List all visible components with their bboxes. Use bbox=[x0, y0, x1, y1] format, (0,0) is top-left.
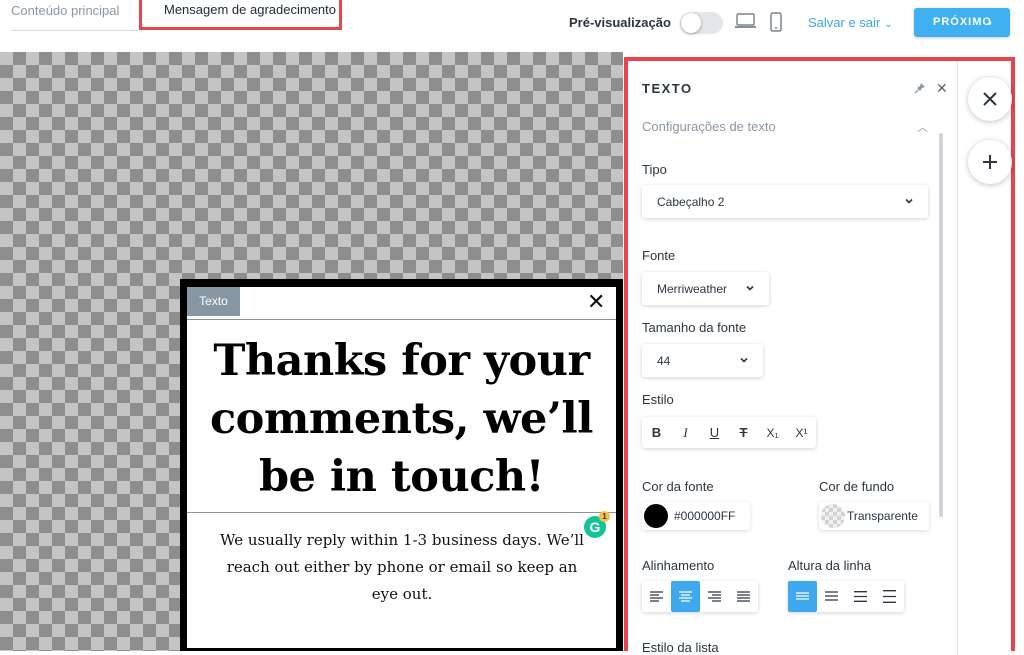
next-label: PRÓXIMO bbox=[933, 16, 992, 28]
grammarly-badge: 1 bbox=[599, 511, 610, 522]
line-height-buttons bbox=[788, 581, 904, 612]
font-color-swatch bbox=[644, 504, 668, 528]
pin-icon[interactable] bbox=[914, 82, 926, 94]
italic-button[interactable]: I bbox=[671, 417, 700, 448]
align-right-icon bbox=[708, 591, 721, 602]
text-block-tag: Texto bbox=[187, 287, 240, 316]
align-justify-button[interactable] bbox=[729, 581, 758, 612]
section-header[interactable]: Configurações de texto bbox=[642, 119, 776, 134]
align-left-button[interactable] bbox=[642, 581, 671, 612]
toggle-knob bbox=[681, 13, 701, 33]
font-color-label: Cor da fonte bbox=[642, 479, 714, 494]
type-select[interactable]: Cabeçalho 2 bbox=[642, 185, 928, 218]
desktop-icon[interactable] bbox=[735, 12, 756, 30]
strikethrough-button[interactable]: T bbox=[729, 417, 758, 448]
type-value: Cabeçalho 2 bbox=[657, 195, 725, 209]
line-height-1-button[interactable] bbox=[788, 581, 817, 612]
top-bar: Conteúdo principal Mensagem de agradecim… bbox=[0, 0, 1024, 44]
chevron-right-icon: › bbox=[988, 15, 993, 29]
tab-thank-you-label: Mensagem de agradecimento bbox=[164, 2, 336, 17]
popup-headline[interactable]: Thanks for your comments, we’ll be in to… bbox=[187, 332, 616, 506]
line-height-label: Altura da linha bbox=[788, 558, 872, 573]
chevron-down-icon: ⌄ bbox=[884, 19, 893, 30]
align-right-button[interactable] bbox=[700, 581, 729, 612]
text-settings-panel: TEXTO ✕ Configurações de texto ︿ Tipo Ca… bbox=[624, 57, 1015, 655]
align-center-button[interactable] bbox=[671, 581, 700, 612]
font-select[interactable]: Merriweather bbox=[642, 272, 769, 305]
line-height-2-button[interactable] bbox=[817, 581, 846, 612]
plus-icon bbox=[983, 155, 997, 169]
align-center-icon bbox=[679, 591, 692, 602]
font-size-select[interactable]: 44 bbox=[642, 344, 763, 377]
line-height-normal-icon bbox=[825, 591, 838, 601]
popup-content: Texto ✕ Thanks for your comments, we’ll … bbox=[187, 287, 616, 648]
mobile-icon[interactable] bbox=[770, 12, 782, 32]
alignment-buttons bbox=[642, 581, 758, 612]
popup-body-text[interactable]: We usually reply within 1-3 business day… bbox=[212, 527, 592, 608]
subscript-button[interactable]: X₁ bbox=[758, 417, 787, 448]
close-icon bbox=[983, 92, 997, 106]
font-color-picker[interactable]: #000000FF bbox=[642, 502, 750, 530]
line-height-4-button[interactable] bbox=[875, 581, 904, 612]
bg-color-swatch bbox=[821, 504, 845, 528]
tab-main-content[interactable]: Conteúdo principal bbox=[11, 3, 119, 18]
font-label: Fonte bbox=[642, 248, 676, 263]
line-height-3-button[interactable] bbox=[846, 581, 875, 612]
align-justify-icon bbox=[737, 591, 750, 602]
style-label: Estilo bbox=[642, 392, 674, 407]
superscript-button[interactable]: X¹ bbox=[787, 417, 816, 448]
save-and-exit-button[interactable]: Salvar e sair ⌄ bbox=[808, 15, 893, 30]
panel-scrollbar[interactable] bbox=[939, 133, 943, 517]
bold-button[interactable]: B bbox=[642, 417, 671, 448]
align-left-icon bbox=[650, 591, 663, 602]
type-label: Tipo bbox=[642, 162, 667, 177]
preview-toggle[interactable] bbox=[680, 12, 723, 34]
add-element-button[interactable] bbox=[968, 140, 1012, 184]
next-button[interactable]: PRÓXIMO › bbox=[914, 8, 1010, 37]
bg-color-value: Transparente bbox=[847, 509, 918, 523]
font-size-label: Tamanho da fonte bbox=[642, 320, 747, 335]
line-height-tight-icon bbox=[796, 592, 809, 600]
tab-underline bbox=[11, 30, 139, 31]
selected-text-block[interactable]: Thanks for your comments, we’ll be in to… bbox=[187, 319, 616, 538]
list-style-label: Estilo da lista bbox=[642, 640, 719, 655]
chevron-up-icon[interactable]: ︿ bbox=[917, 119, 928, 135]
line-height-relaxed-icon bbox=[854, 591, 867, 602]
popup-close-icon[interactable]: ✕ bbox=[587, 291, 605, 313]
text-style-buttons: B I U T X₁ X¹ bbox=[642, 417, 816, 448]
font-color-value: #000000FF bbox=[674, 509, 736, 523]
panel-title: TEXTO bbox=[642, 81, 693, 96]
tab-thank-you-message[interactable]: Mensagem de agradecimento bbox=[139, 0, 342, 30]
bg-color-picker[interactable]: Transparente bbox=[819, 502, 929, 530]
close-editor-button[interactable] bbox=[968, 77, 1012, 121]
panel-divider bbox=[957, 61, 958, 655]
line-height-loose-icon bbox=[883, 590, 896, 603]
font-value: Merriweather bbox=[657, 282, 728, 296]
preview-label: Pré-visualização bbox=[569, 15, 671, 30]
bg-color-label: Cor de fundo bbox=[819, 479, 895, 494]
thank-you-popup: Texto ✕ Thanks for your comments, we’ll … bbox=[180, 279, 623, 651]
panel-close-icon[interactable]: ✕ bbox=[936, 80, 948, 97]
underline-button[interactable]: U bbox=[700, 417, 729, 448]
chevron-down-icon bbox=[746, 285, 754, 291]
chevron-down-icon bbox=[740, 357, 748, 363]
chevron-down-icon bbox=[905, 198, 913, 204]
font-size-value: 44 bbox=[657, 354, 671, 368]
alignment-label: Alinhamento bbox=[642, 558, 715, 573]
save-and-exit-label: Salvar e sair bbox=[808, 15, 881, 30]
